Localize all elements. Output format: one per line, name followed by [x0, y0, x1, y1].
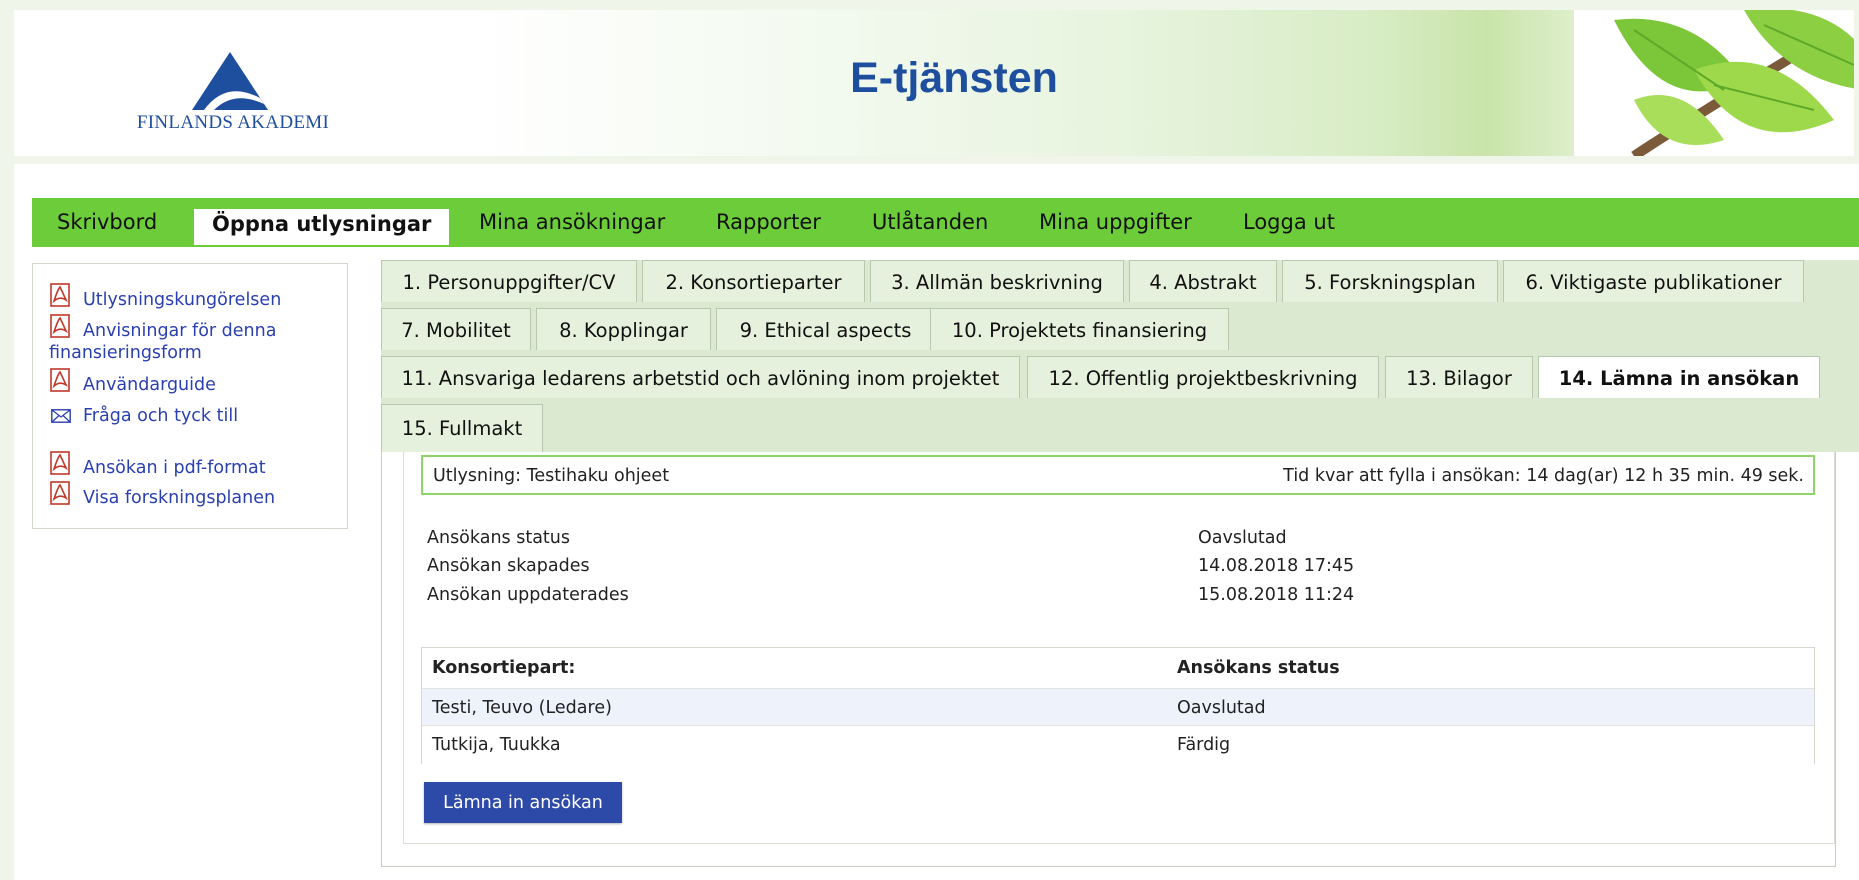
leaves-image	[1574, 10, 1854, 156]
tab-konsortieparter[interactable]: 2. Konsortieparter	[642, 260, 865, 302]
header-banner: FINLANDS AKADEMI E-tjänsten	[14, 10, 1854, 156]
mail-icon	[51, 409, 71, 423]
submit-application-button[interactable]: Lämna in ansökan	[424, 782, 622, 823]
main-nav: Skrivbord Öppna utlysningar Mina ansökni…	[32, 198, 1859, 247]
sidebar-link-anvisningar[interactable]: Anvisningar för denna	[83, 321, 276, 341]
created-value: 14.08.2018 17:45	[1198, 556, 1355, 576]
table-cell-status: Oavslutad	[1177, 698, 1266, 718]
status-value: Oavslutad	[1198, 528, 1287, 548]
academy-logo-icon	[192, 52, 268, 110]
tab-forskningsplan[interactable]: 5. Forskningsplan	[1282, 260, 1498, 302]
nav-item-oppna-utlysningar[interactable]: Öppna utlysningar	[194, 209, 450, 245]
created-label: Ansökan skapades	[427, 556, 590, 576]
call-name: Utlysning: Testihaku ohjeet	[433, 466, 670, 486]
sidebar: Utlysningskungörelsen Anvisningar för de…	[32, 263, 348, 529]
tab-allman-beskrivning[interactable]: 3. Allmän beskrivning	[870, 260, 1124, 302]
pdf-icon	[50, 451, 70, 475]
nav-item-utlatanden[interactable]: Utlåtanden	[872, 210, 988, 244]
table-cell-status: Färdig	[1177, 735, 1231, 755]
tab-lamna-in-ansokan[interactable]: 14. Lämna in ansökan	[1538, 356, 1820, 398]
table-row: Testi, Teuvo (Ledare) Oavslutad	[422, 688, 1814, 727]
updated-label: Ansökan uppdaterades	[427, 585, 629, 605]
tab-mobilitet[interactable]: 7. Mobilitet	[381, 308, 531, 350]
tab-personuppgifter[interactable]: 1. Personuppgifter/CV	[381, 260, 637, 302]
nav-item-mina-ansokningar[interactable]: Mina ansökningar	[479, 210, 665, 244]
time-left: Tid kvar att fylla i ansökan: 14 dag(ar)…	[1283, 466, 1804, 486]
status-label: Ansökans status	[427, 528, 570, 548]
nav-item-skrivbord[interactable]: Skrivbord	[57, 210, 157, 244]
table-row: Tutkija, Tuukka Färdig	[422, 725, 1814, 764]
nav-item-logga-ut[interactable]: Logga ut	[1243, 210, 1335, 244]
sidebar-link-visa-forskningsplanen[interactable]: Visa forskningsplanen	[83, 488, 275, 508]
pdf-icon	[50, 368, 70, 392]
sidebar-link-anvisningar-line2[interactable]: finansieringsform	[49, 343, 202, 363]
pdf-icon	[50, 283, 70, 307]
sidebar-link-utlysningskungorelsen[interactable]: Utlysningskungörelsen	[83, 290, 281, 310]
tab-ethical-aspects[interactable]: 9. Ethical aspects	[716, 308, 935, 350]
table-header-row: Konsortiepart: Ansökans status	[422, 648, 1814, 688]
sidebar-link-fraga-och-tyck-till[interactable]: Fråga och tyck till	[83, 406, 238, 426]
tab-viktigaste-publikationer[interactable]: 6. Viktigaste publikationer	[1503, 260, 1804, 302]
form-tabs: 1. Personuppgifter/CV 2. Konsortieparter…	[381, 260, 1859, 452]
updated-value: 15.08.2018 11:24	[1198, 585, 1355, 605]
tab-projektets-finansiering[interactable]: 10. Projektets finansiering	[930, 308, 1229, 350]
tab-fullmakt[interactable]: 15. Fullmakt	[381, 404, 543, 452]
table-header-konsortiepart: Konsortiepart:	[432, 658, 576, 678]
logo-text: FINLANDS AKADEMI	[136, 112, 330, 133]
tab-ansvariga-ledarens-arbetstid[interactable]: 11. Ansvariga ledarens arbetstid och avl…	[381, 356, 1020, 398]
table-cell-party: Testi, Teuvo (Ledare)	[432, 698, 612, 718]
nav-item-mina-uppgifter[interactable]: Mina uppgifter	[1039, 210, 1192, 244]
sidebar-link-anvandarguide[interactable]: Användarguide	[83, 375, 216, 395]
tab-bilagor[interactable]: 13. Bilagor	[1385, 356, 1533, 398]
nav-item-rapporter[interactable]: Rapporter	[716, 210, 821, 244]
academy-logo[interactable]: FINLANDS AKADEMI	[98, 40, 368, 140]
pdf-icon	[50, 481, 70, 505]
sidebar-link-ansokan-pdf[interactable]: Ansökan i pdf-format	[83, 458, 266, 478]
consortium-table: Konsortiepart: Ansökans status Testi, Te…	[421, 647, 1815, 764]
tab-offentlig-projektbeskrivning[interactable]: 12. Offentlig projektbeskrivning	[1027, 356, 1379, 398]
table-cell-party: Tutkija, Tuukka	[432, 735, 561, 755]
tab-kopplingar[interactable]: 8. Kopplingar	[536, 308, 711, 350]
tab-abstrakt[interactable]: 4. Abstrakt	[1129, 260, 1277, 302]
call-info-box: Utlysning: Testihaku ohjeet Tid kvar att…	[421, 455, 1815, 495]
app-title: E-tjänsten	[850, 54, 1058, 102]
table-header-status: Ansökans status	[1177, 658, 1340, 678]
pdf-icon	[50, 314, 70, 338]
